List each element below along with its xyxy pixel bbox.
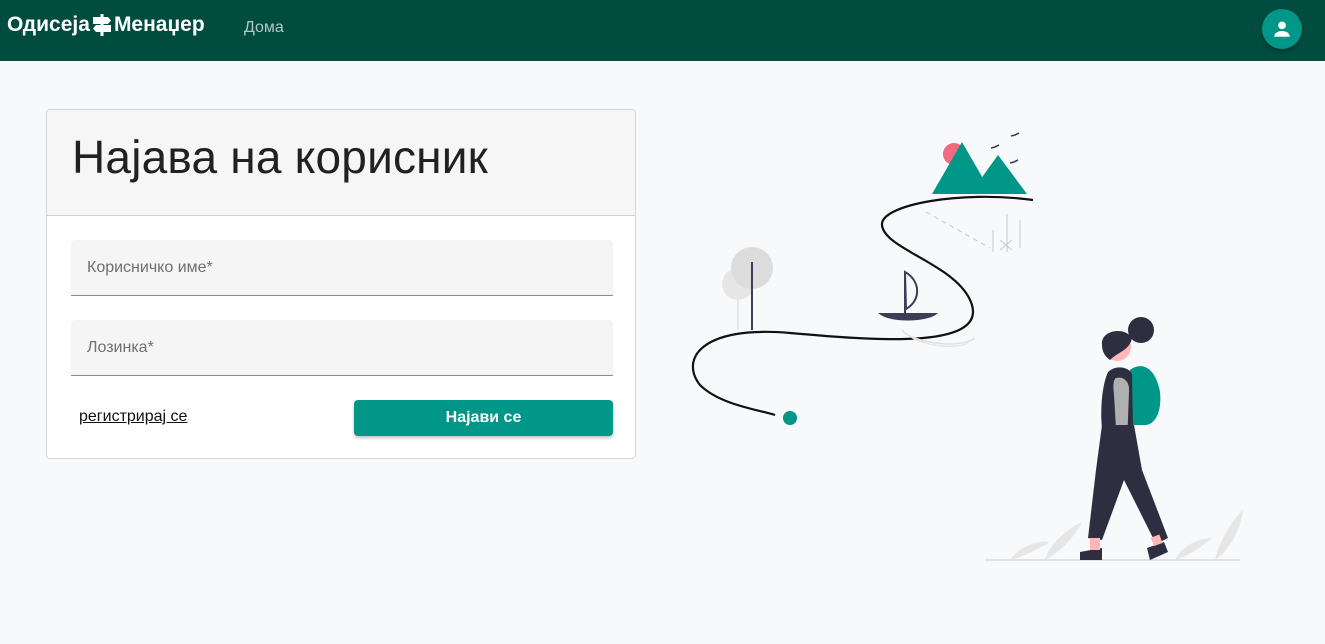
traveler-illustration xyxy=(691,132,1243,561)
journey-path xyxy=(691,195,1034,417)
top-navbar: Одисеја Менаџер Дома xyxy=(0,0,1325,61)
bird-icon xyxy=(990,132,1020,164)
password-input[interactable] xyxy=(71,320,617,377)
username-field[interactable]: Корисничко име* xyxy=(71,240,617,297)
login-button[interactable]: Најави се xyxy=(354,400,613,436)
register-link[interactable]: регистрирај се xyxy=(79,408,187,426)
person-icon xyxy=(1274,21,1290,37)
brand-logo[interactable]: Одисеја Менаџер xyxy=(7,13,205,37)
brand-name-part1: Одисеја xyxy=(7,13,90,36)
login-card: Најава на корисник Корисничко име* Лозин… xyxy=(46,109,636,459)
page-title: Најава на корисник xyxy=(72,131,488,183)
path-start-dot xyxy=(783,411,797,425)
user-avatar-button[interactable] xyxy=(1262,9,1302,49)
login-card-header: Најава на корисник xyxy=(47,110,635,216)
boat-icon xyxy=(878,270,976,347)
plant-icon xyxy=(1010,510,1243,560)
brand-name-part2: Менаџер xyxy=(113,13,205,36)
signpost-icon xyxy=(92,14,111,36)
username-input[interactable] xyxy=(71,240,617,297)
hiker-icon xyxy=(1080,317,1168,560)
nav-home-link[interactable]: Дома xyxy=(244,19,284,37)
password-field[interactable]: Лозинка* xyxy=(71,320,617,377)
tree-icon xyxy=(722,247,773,330)
